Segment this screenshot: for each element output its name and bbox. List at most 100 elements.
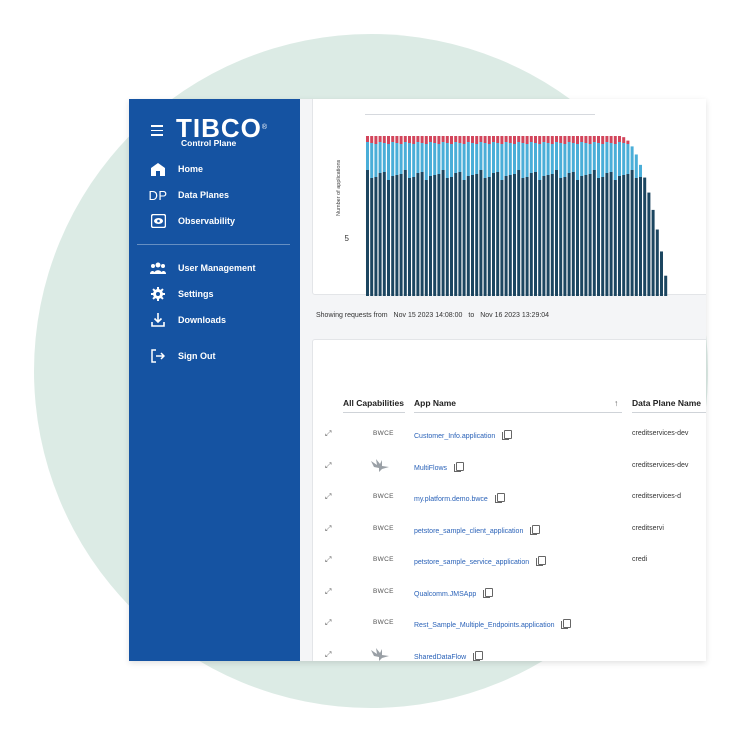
sidebar-item-settings[interactable]: Settings <box>149 284 214 304</box>
chart-bar <box>424 136 428 296</box>
chart-bar <box>496 136 500 296</box>
chart-bar <box>584 136 588 296</box>
expand-icon[interactable]: ⤢ <box>325 492 331 502</box>
chart-bar <box>546 136 550 296</box>
copy-icon[interactable] <box>561 619 572 629</box>
chart-bar <box>571 136 575 296</box>
chart-bar <box>550 136 554 296</box>
header-underline <box>343 412 405 413</box>
app-name-link[interactable]: petstore_sample_client_application <box>414 524 541 535</box>
table-row[interactable]: ⤢ BWCE Qualcomm.JMSApp <box>312 578 706 610</box>
expand-icon[interactable]: ⤢ <box>325 461 331 471</box>
sidebar-item-sign-out[interactable]: Sign Out <box>149 346 216 366</box>
app-name-link[interactable]: Qualcomm.JMSApp <box>414 587 494 598</box>
header-underline <box>414 412 622 413</box>
sidebar-item-user-management[interactable]: User Management <box>149 258 256 278</box>
chart-bar <box>660 251 663 296</box>
copy-icon[interactable] <box>502 430 513 440</box>
copy-icon[interactable] <box>494 493 505 503</box>
sidebar-item-label: Sign Out <box>178 351 216 361</box>
chart-bar <box>647 192 651 296</box>
chart-bar <box>399 136 403 296</box>
expand-icon[interactable]: ⤢ <box>325 650 331 660</box>
table-row[interactable]: ⤢ SharedDataFlow <box>312 641 706 662</box>
app-name-link[interactable]: Customer_Info.application <box>414 430 513 440</box>
chart-bar <box>433 136 437 296</box>
sign-out-icon <box>149 348 167 364</box>
chart-bar <box>538 136 542 296</box>
showing-prefix: Showing requests from <box>316 312 388 319</box>
sidebar-item-home[interactable]: Home <box>149 159 203 179</box>
chart-bar <box>408 136 411 296</box>
home-icon <box>149 161 167 177</box>
chart-bar <box>643 177 647 296</box>
chart-bar <box>429 136 432 296</box>
app-name-link[interactable]: SharedDataFlow <box>414 650 484 661</box>
chart-bar <box>366 136 369 296</box>
column-header-app-name[interactable]: App Name <box>414 398 456 408</box>
copy-icon[interactable] <box>454 461 465 472</box>
app-name-link[interactable]: MultiFlows <box>414 461 465 472</box>
app-name-link[interactable]: my.platform.demo.bwce <box>414 493 505 503</box>
main-content: Number of applications 5 0 15:0018:0021:… <box>300 99 706 661</box>
table-row[interactable]: ⤢ MultiFlows creditservices-dev <box>312 452 706 484</box>
capability-label: BWCE <box>373 524 394 532</box>
sort-arrow-icon[interactable]: ↑ <box>614 398 618 408</box>
table-row[interactable]: ⤢ BWCE Customer_Info.application credits… <box>312 420 706 452</box>
capability-label: BWCE <box>373 619 394 626</box>
chart-bar <box>651 209 655 296</box>
chart-bar <box>613 136 617 296</box>
chart-bar <box>525 136 529 296</box>
chart-bar <box>382 136 386 296</box>
chart-bar <box>630 146 634 296</box>
copy-icon[interactable] <box>536 556 547 566</box>
chart-bar <box>395 136 399 296</box>
chart-bar <box>471 136 474 296</box>
chart-bar <box>492 136 495 296</box>
expand-icon[interactable]: ⤢ <box>325 587 331 597</box>
table-row[interactable]: ⤢ BWCE petstore_sample_client_applicatio… <box>312 515 706 547</box>
chart-bar <box>655 229 659 296</box>
copy-icon[interactable] <box>530 524 541 535</box>
app-window: TIBCO® Control Plane Home DP Data Planes… <box>129 99 706 661</box>
chart-bar <box>567 136 571 296</box>
chart-bar <box>576 136 579 296</box>
app-name-link[interactable]: Rest_Sample_Multiple_Endpoints.applicati… <box>414 619 572 629</box>
copy-icon[interactable] <box>473 650 484 661</box>
expand-icon[interactable]: ⤢ <box>325 618 331 628</box>
sidebar-divider <box>137 244 290 245</box>
chart-bar <box>639 164 642 296</box>
column-header-data-plane[interactable]: Data Plane Name <box>632 398 701 408</box>
expand-icon[interactable]: ⤢ <box>325 555 331 565</box>
chart-bar <box>609 136 613 296</box>
chart-bar <box>466 136 470 296</box>
table-row[interactable]: ⤢ BWCE my.platform.demo.bwce creditservi… <box>312 483 706 515</box>
chart-bar <box>500 136 504 296</box>
table-row[interactable]: ⤢ BWCE petstore_sample_service_applicati… <box>312 546 706 578</box>
chart-bar <box>605 136 609 296</box>
chart-bar <box>475 136 479 296</box>
sidebar-item-data-planes[interactable]: DP Data Planes <box>148 185 229 205</box>
table-row[interactable]: ⤢ BWCE Rest_Sample_Multiple_Endpoints.ap… <box>312 609 706 641</box>
chart-bar <box>542 136 546 296</box>
chart-bar <box>483 136 487 296</box>
chart-bar <box>391 136 395 296</box>
chart-bar <box>487 136 491 296</box>
chart-bar <box>563 136 567 296</box>
applications-chart: Number of applications 5 0 15:0018:0021:… <box>336 136 668 296</box>
flogo-bird-icon <box>371 458 389 472</box>
y-axis-label: Number of applications <box>336 159 342 216</box>
copy-icon[interactable] <box>483 587 494 598</box>
expand-icon[interactable]: ⤢ <box>325 429 331 439</box>
column-header-capabilities[interactable]: All Capabilities <box>343 398 404 408</box>
chart-bar <box>387 136 390 296</box>
expand-icon[interactable]: ⤢ <box>325 524 331 534</box>
sidebar-item-downloads[interactable]: Downloads <box>149 310 226 330</box>
data-plane-cell: creditservices-d <box>632 493 682 500</box>
users-icon <box>149 260 167 276</box>
sidebar-item-observability[interactable]: Observability <box>149 211 235 231</box>
hamburger-menu-icon[interactable] <box>151 125 163 139</box>
capability-label: BWCE <box>373 556 394 563</box>
chart-bar <box>462 136 466 296</box>
app-name-link[interactable]: petstore_sample_service_application <box>414 556 547 566</box>
